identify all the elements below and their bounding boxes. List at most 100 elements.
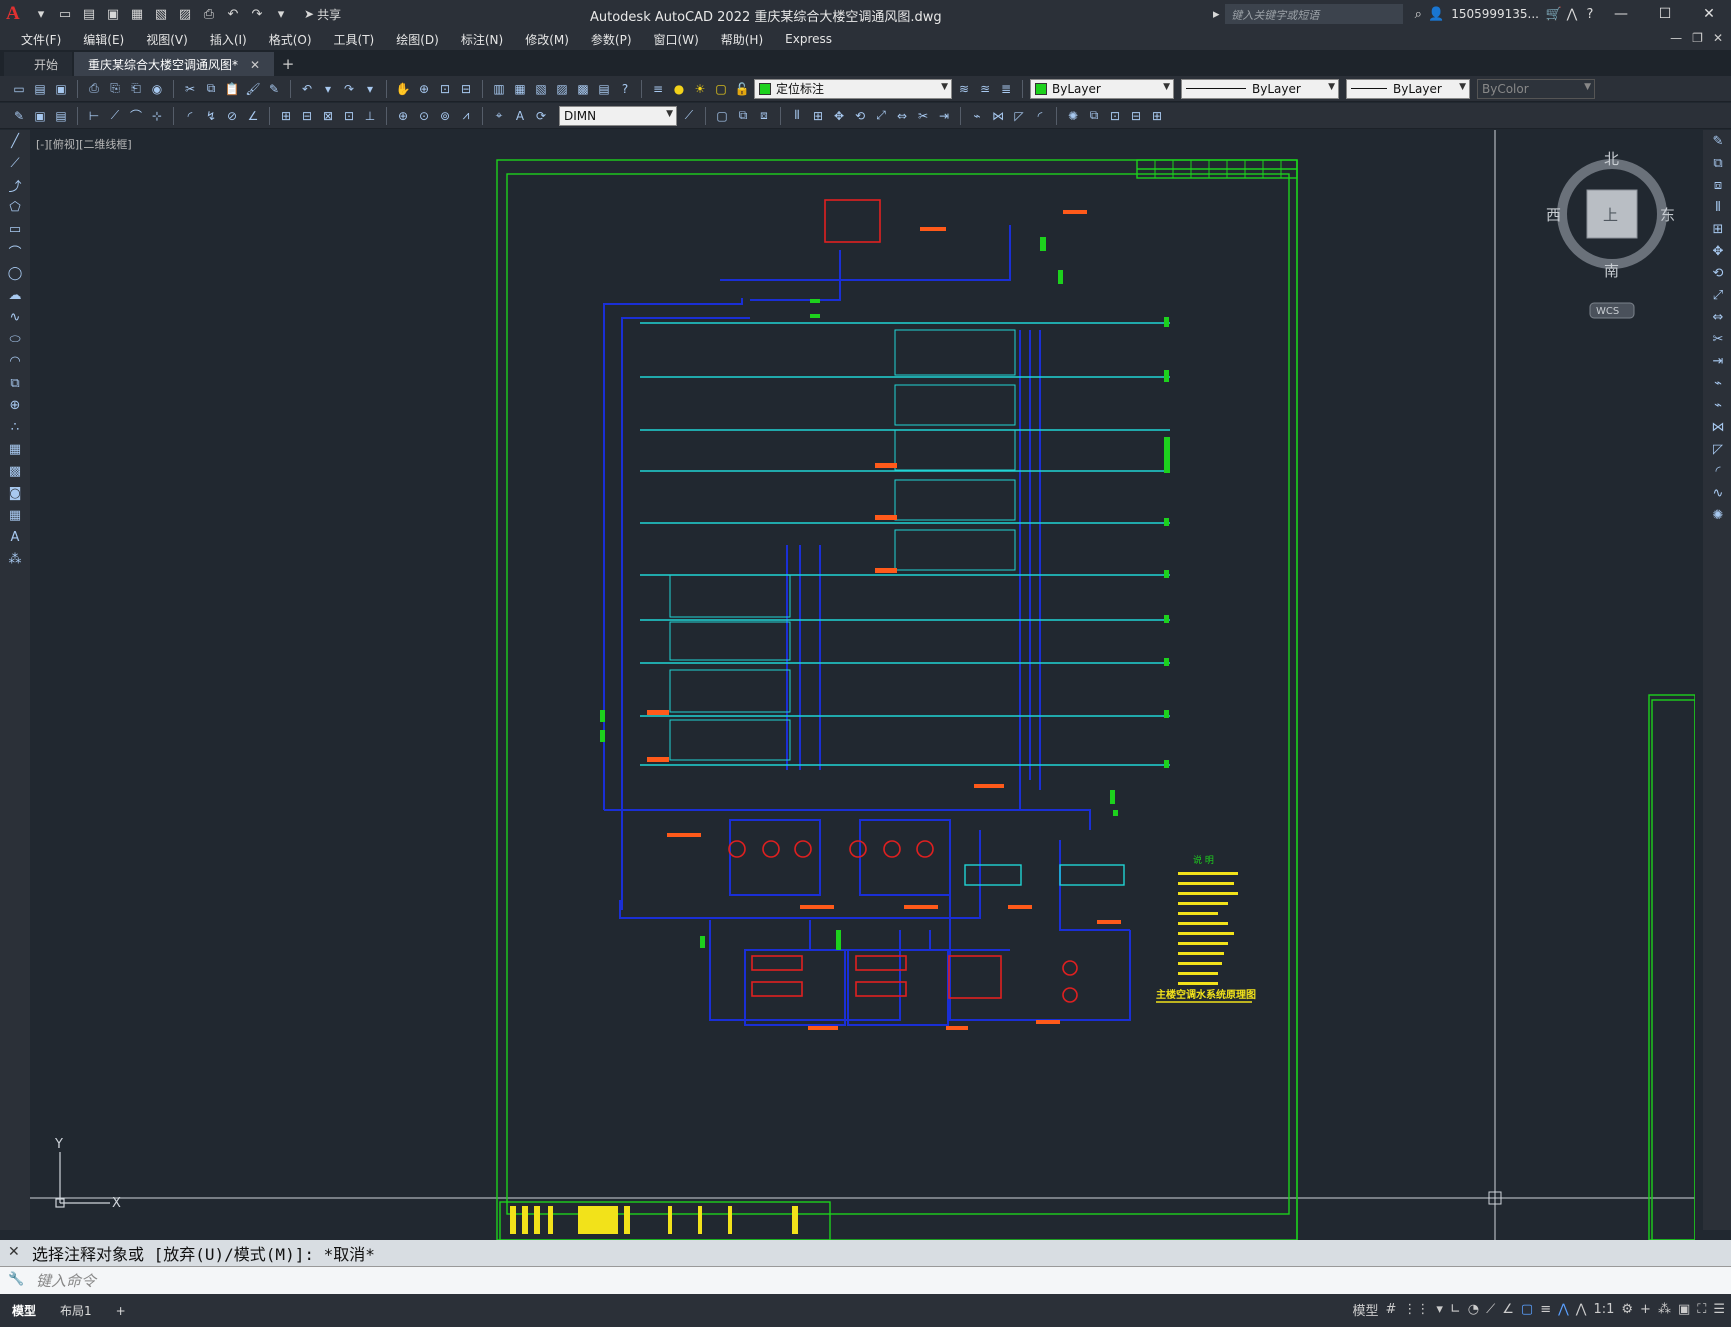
add-layout-icon[interactable]: + xyxy=(104,1304,138,1318)
search-input[interactable]: 键入关键字或短语 xyxy=(1225,4,1404,24)
stretch-icon[interactable]: ⇔ xyxy=(893,107,911,125)
autodesk-app-icon[interactable]: ⋀ xyxy=(1563,5,1581,23)
extend-icon[interactable]: ⇥ xyxy=(935,107,953,125)
plot-icon[interactable]: ⎙ xyxy=(200,5,218,23)
save-web-icon[interactable]: ▨ xyxy=(176,5,194,23)
quick-dim-icon[interactable]: ⊞ xyxy=(277,107,295,125)
block-editor-icon[interactable]: ✎ xyxy=(265,80,283,98)
fillet-icon[interactable]: ◜ xyxy=(1031,107,1049,125)
compass-east[interactable]: 东 xyxy=(1660,206,1675,224)
paste-icon[interactable]: 📋 xyxy=(223,80,241,98)
customize-icon[interactable]: 🔧 xyxy=(8,1272,24,1287)
make-block-icon[interactable]: ⊕ xyxy=(0,394,30,416)
layer-on-icon[interactable]: ● xyxy=(670,80,688,98)
help-icon[interactable]: ? xyxy=(616,80,634,98)
autocad-logo-icon[interactable]: A xyxy=(6,4,26,24)
open-web-icon[interactable]: ▧ xyxy=(152,5,170,23)
layer-properties-icon[interactable]: ≡ xyxy=(649,80,667,98)
arc-length-icon[interactable]: ⌒ xyxy=(127,107,145,125)
zoom-window-icon[interactable]: ⊡ xyxy=(436,80,454,98)
snap-icon[interactable]: ⋮⋮ xyxy=(1403,1302,1429,1317)
stretch-icon[interactable]: ⇔ xyxy=(1703,306,1731,328)
offset-icon[interactable]: ⫴ xyxy=(788,107,806,125)
blend-curves-icon[interactable]: ∿ xyxy=(1703,482,1731,504)
linetype-dropdown[interactable]: ByLayer ▼ xyxy=(1181,78,1339,99)
quick-properties-icon[interactable]: ▣ xyxy=(1678,1302,1690,1317)
minimize-button[interactable]: — xyxy=(1599,0,1643,28)
array-icon[interactable]: ⊞ xyxy=(809,107,827,125)
compass-north[interactable]: 北 xyxy=(1604,150,1619,168)
menu-file[interactable]: 文件(F) xyxy=(10,31,72,48)
copy-icon[interactable]: ⧉ xyxy=(1703,152,1731,174)
menu-insert[interactable]: 插入(I) xyxy=(199,31,258,48)
draworder-icon[interactable]: ⧉ xyxy=(1085,107,1103,125)
break-icon[interactable]: ⌁ xyxy=(968,107,986,125)
break-at-point-icon[interactable]: ⌁ xyxy=(1703,372,1731,394)
text-style-icon[interactable]: ✎ xyxy=(10,107,28,125)
erase-icon[interactable]: ▢ xyxy=(713,107,731,125)
add-selected-icon[interactable]: ⁂ xyxy=(0,548,30,570)
grid-icon[interactable]: # xyxy=(1385,1302,1396,1317)
circle-icon[interactable]: ◯ xyxy=(0,262,30,284)
markup-icon[interactable]: ▩ xyxy=(574,80,592,98)
tab-model[interactable]: 模型 xyxy=(0,1302,48,1319)
search-icon[interactable]: ⌕ xyxy=(1409,5,1427,23)
viewcube-face-label[interactable]: 上 xyxy=(1603,206,1618,224)
undo-icon[interactable]: ↶ xyxy=(298,80,316,98)
rotate-icon[interactable]: ⟲ xyxy=(1703,262,1731,284)
properties-icon[interactable]: ▥ xyxy=(490,80,508,98)
doc-minimize-icon[interactable]: — xyxy=(1670,31,1682,45)
move-icon[interactable]: ✥ xyxy=(1703,240,1731,262)
polyline-icon[interactable]: ⤴ xyxy=(0,174,30,196)
redo-icon[interactable]: ↷ xyxy=(340,80,358,98)
tool-palettes-icon[interactable]: ▧ xyxy=(532,80,550,98)
pan-icon[interactable]: ✋ xyxy=(394,80,412,98)
point-icon[interactable]: ∴ xyxy=(0,416,30,438)
layer-thaw-icon[interactable]: ☀ xyxy=(691,80,709,98)
scale-icon[interactable]: ⤢ xyxy=(1703,284,1731,306)
text-front-icon[interactable]: ⊞ xyxy=(1148,107,1166,125)
redo-dropdown-icon[interactable]: ▾ xyxy=(361,80,379,98)
scale-icon[interactable]: ⤢ xyxy=(872,107,890,125)
open-icon[interactable]: ▤ xyxy=(31,80,49,98)
menu-draw[interactable]: 绘图(D) xyxy=(385,31,450,48)
explode-icon[interactable]: ✺ xyxy=(1703,504,1731,526)
ungroup-icon[interactable]: ⊟ xyxy=(1127,107,1145,125)
trim-icon[interactable]: ✂ xyxy=(914,107,932,125)
undo-icon[interactable]: ↶ xyxy=(224,5,242,23)
save-icon[interactable]: ▣ xyxy=(104,5,122,23)
plot-preview-icon[interactable]: ⎘ xyxy=(106,80,124,98)
open-file-icon[interactable]: ▤ xyxy=(80,5,98,23)
dim-break-icon[interactable]: ⊥ xyxy=(361,107,379,125)
rectangle-icon[interactable]: ▭ xyxy=(0,218,30,240)
layer-dropdown[interactable]: 定位标注 ▼ xyxy=(754,78,952,99)
join-icon[interactable]: ⋈ xyxy=(1703,416,1731,438)
plot-icon[interactable]: ⎙ xyxy=(85,80,103,98)
3d-print-icon[interactable]: ◉ xyxy=(148,80,166,98)
save-icon[interactable]: ▣ xyxy=(52,80,70,98)
menu-parametric[interactable]: 参数(P) xyxy=(580,31,643,48)
radius-dim-icon[interactable]: ◜ xyxy=(181,107,199,125)
publish-icon[interactable]: ⎗ xyxy=(127,80,145,98)
viewport-controls[interactable]: [-][俯视][二维线框] xyxy=(36,136,132,152)
isolate-objects-icon[interactable]: ⛶ xyxy=(1697,1302,1706,1317)
ellipse-icon[interactable]: ⬭ xyxy=(0,328,30,350)
user-icon[interactable]: 👤 xyxy=(1427,5,1445,23)
auto-scale-icon[interactable]: ⋀ xyxy=(1576,1302,1587,1317)
menu-format[interactable]: 格式(O) xyxy=(258,31,323,48)
menu-help[interactable]: 帮助(H) xyxy=(710,31,774,48)
chamfer-icon[interactable]: ◸ xyxy=(1010,107,1028,125)
snap-dropdown-icon[interactable]: ▾ xyxy=(1436,1302,1443,1317)
copy-icon[interactable]: ⧉ xyxy=(202,80,220,98)
redo-icon[interactable]: ↷ xyxy=(248,5,266,23)
ellipse-arc-icon[interactable]: ◠ xyxy=(0,350,30,372)
hatch-icon[interactable]: ▦ xyxy=(0,438,30,460)
calculator-icon[interactable]: ▤ xyxy=(595,80,613,98)
copy-object-icon[interactable]: ⧉ xyxy=(734,107,752,125)
dim-style-dropdown[interactable]: DIMN ▼ xyxy=(559,105,677,126)
lineweight-dropdown[interactable]: ByLayer ▼ xyxy=(1346,78,1470,99)
ortho-icon[interactable]: ∟ xyxy=(1450,1302,1461,1317)
layer-vp-icon[interactable]: ▢ xyxy=(712,80,730,98)
customize-qat-icon[interactable]: ▾ xyxy=(272,5,290,23)
baseline-dim-icon[interactable]: ⊟ xyxy=(298,107,316,125)
